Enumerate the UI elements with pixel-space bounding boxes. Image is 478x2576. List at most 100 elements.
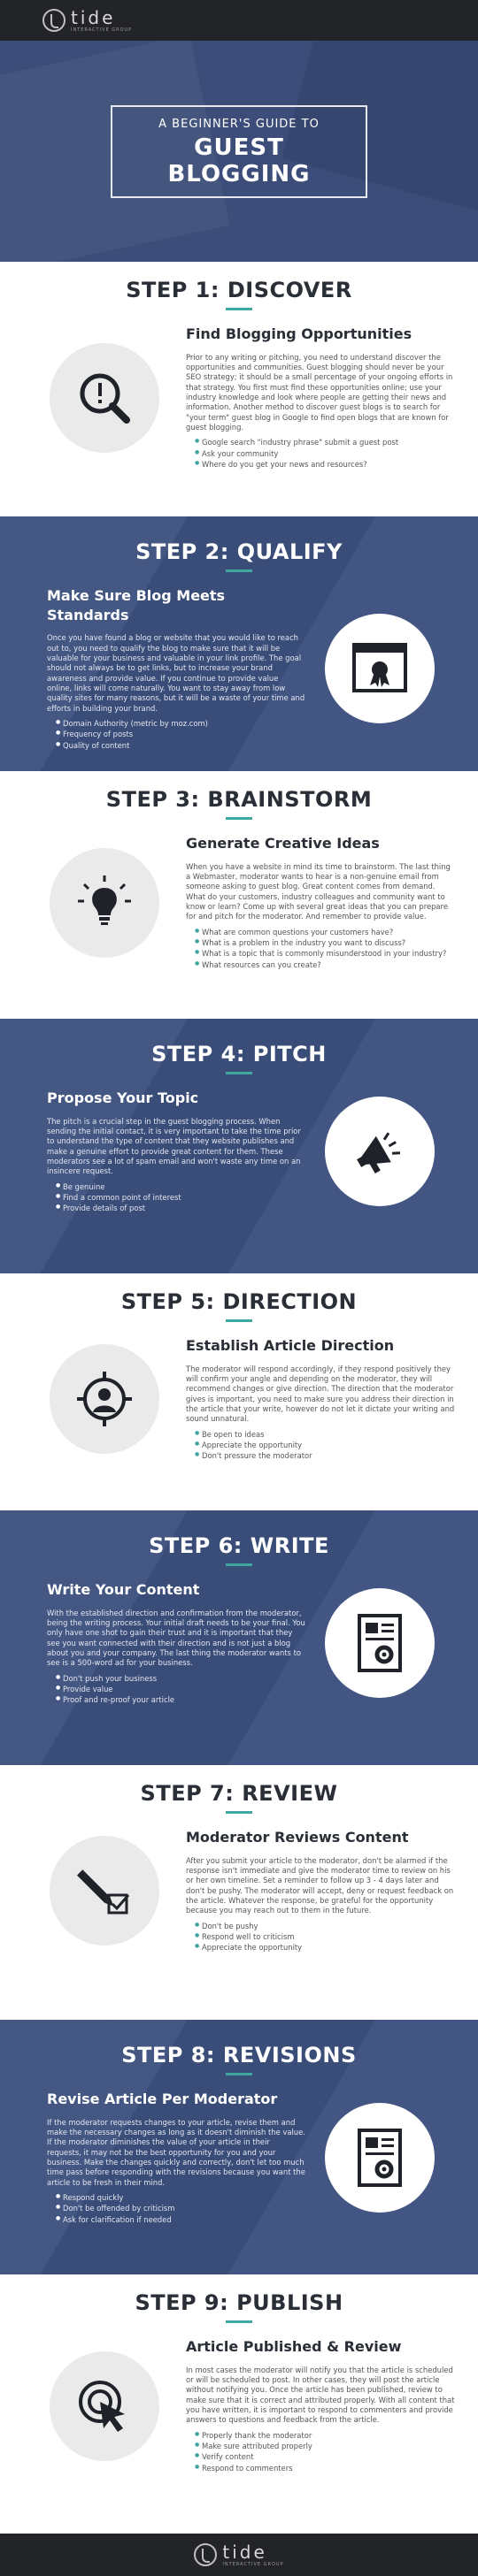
step-3-heading: Generate Creative Ideas	[186, 835, 380, 852]
step-4-bullets: Be genuine Find a common point of intere…	[47, 1182, 305, 1214]
step-5-icon-circle	[50, 1344, 159, 1455]
step-2-content: Make Sure Blog Meets Standards Once you …	[47, 586, 305, 752]
step-5-title: STEP 5: DIRECTION	[120, 1289, 358, 1314]
brand-tagline: INTERACTIVE GROUP	[71, 27, 133, 33]
step-5-bullets: Be open to ideas Appreciate the opportun…	[186, 1430, 457, 1462]
list-item: What resources can you create?	[195, 960, 457, 970]
step-6-body: With the established direction and confi…	[47, 1608, 305, 1668]
step-6-content: Write Your Content With the established …	[47, 1580, 305, 1707]
logo-mark-icon	[42, 9, 66, 32]
list-item: Proof and re-proof your article	[56, 1695, 305, 1705]
logo-mark-icon	[194, 2543, 218, 2566]
step-6-title: STEP 6: WRITE	[149, 1533, 329, 1558]
browser-award-icon	[352, 643, 407, 693]
step-5-section: STEP 5: DIRECTION Establish Article Dire…	[0, 1273, 478, 1510]
step-9-content: Article Published & Review In most cases…	[186, 2337, 457, 2474]
step-9-body: In most cases the moderator will notify …	[186, 2365, 455, 2425]
step-8-bullets: Respond quickly Don't be offended by cri…	[47, 2193, 305, 2225]
step-3-body: When you have a website in mind its time…	[186, 861, 451, 921]
step-8-body: If the moderator requests changes to you…	[47, 2117, 305, 2187]
cursor-target-icon	[79, 2380, 125, 2432]
step-2-section: STEP 2: QUALIFY Make Sure Blog Meets Sta…	[0, 516, 478, 771]
step-1-title: STEP 1: DISCOVER	[126, 278, 352, 302]
step-8-section: STEP 8: REVISIONS Revise Article Per Mod…	[0, 2020, 478, 2274]
step-2-icon-circle	[325, 614, 435, 724]
step-2-bullets: Domain Authority (metric by moz.com) Fre…	[47, 719, 305, 751]
footer: tide INTERACTIVE GROUP	[0, 2534, 478, 2576]
brand-tagline: INTERACTIVE GROUP	[222, 2561, 284, 2567]
step-7-title: STEP 7: REVIEW	[140, 1781, 338, 1806]
lightbulb-icon	[78, 875, 131, 925]
list-item: What are common questions your customers…	[195, 928, 457, 937]
brand-name: tide	[222, 2541, 267, 2563]
step-3-content: Generate Creative Ideas When you have a …	[186, 834, 457, 971]
list-item: Don't push your business	[56, 1674, 305, 1684]
list-item: Google search "industry phrase" submit a…	[195, 438, 457, 447]
list-item: Ask your community	[195, 449, 457, 459]
step-1-content: Find Blogging Opportunities Prior to any…	[186, 325, 457, 470]
footer-brand-logo[interactable]: tide INTERACTIVE GROUP	[194, 2543, 283, 2567]
list-item: What is a topic that is commonly misunde…	[195, 949, 457, 959]
step-8-icon-circle	[325, 2103, 435, 2213]
list-item: Quality of content	[56, 741, 305, 751]
step-8-heading: Revise Article Per Moderator	[47, 2091, 278, 2107]
step-9-heading: Article Published & Review	[186, 2338, 402, 2355]
step-5-body: The moderator will respond accordingly, …	[186, 1364, 455, 1424]
hero-title: GUEST BLOGGING	[167, 134, 311, 187]
step-5-content: Establish Article Direction The moderato…	[186, 1336, 457, 1463]
list-item: Ask for clarification if needed	[56, 2215, 305, 2225]
brand-logo[interactable]: tide INTERACTIVE GROUP	[42, 9, 132, 33]
step-3-bullets: What are common questions your customers…	[186, 928, 457, 970]
step-7-bullets: Don't be pushy Respond well to criticism…	[186, 1922, 457, 1953]
list-item: Appreciate the opportunity	[195, 1943, 457, 1953]
step-1-section: STEP 1: DISCOVER Find Blogging Opportuni…	[0, 262, 478, 516]
step-7-section: STEP 7: REVIEW Moderator Reviews Content…	[0, 1765, 478, 2020]
step-3-title: STEP 3: BRAINSTORM	[105, 787, 373, 812]
list-item: Provide details of post	[56, 1204, 305, 1213]
step-6-icon-circle	[325, 1588, 435, 1699]
step-4-icon-circle	[325, 1097, 435, 1207]
list-item: Be open to ideas	[195, 1430, 457, 1440]
step-1-body: Prior to any writing or pitching, you ne…	[186, 352, 453, 432]
step-3-icon-circle	[50, 847, 159, 958]
list-item: Frequency of posts	[56, 730, 305, 739]
list-item: Verify content	[195, 2452, 457, 2462]
step-1-bullets: Google search "industry phrase" submit a…	[186, 438, 457, 470]
megaphone-icon	[357, 1132, 401, 1174]
step-4-content: Propose Your Topic The pitch is a crucia…	[47, 1089, 305, 1215]
step-2-heading: Make Sure Blog Meets Standards	[47, 587, 226, 623]
target-person-icon	[77, 1372, 132, 1427]
step-2-title: STEP 2: QUALIFY	[135, 539, 343, 564]
step-2-body: Once you have found a blog or website th…	[47, 633, 305, 713]
list-item: Make sure attributed properly	[195, 2442, 457, 2451]
list-item: Provide value	[56, 1685, 305, 1694]
list-item: Be genuine	[56, 1182, 305, 1192]
step-4-section: STEP 4: PITCH Propose Your Topic The pit…	[0, 1019, 478, 1273]
step-9-icon-circle	[50, 2351, 159, 2461]
list-item: Don't be pushy	[195, 1922, 457, 1931]
document-gear-icon	[358, 1614, 402, 1673]
list-item: Find a common point of interest	[56, 1193, 305, 1203]
list-item: Appreciate the opportunity	[195, 1441, 457, 1450]
step-9-title: STEP 9: PUBLISH	[135, 2290, 343, 2315]
step-1-icon-circle	[50, 342, 159, 453]
step-6-section: STEP 6: WRITE Write Your Content With th…	[0, 1510, 478, 1765]
hero-banner: A BEGINNER'S GUIDE TO GUEST BLOGGING	[0, 41, 478, 262]
step-3-section: STEP 3: BRAINSTORM Generate Creative Ide…	[0, 771, 478, 1019]
step-8-title: STEP 8: REVISIONS	[121, 2043, 357, 2068]
step-6-heading: Write Your Content	[47, 1581, 200, 1598]
magnifier-exclamation-icon	[80, 373, 130, 424]
document-gear-icon	[358, 2129, 402, 2188]
step-5-heading: Establish Article Direction	[186, 1337, 395, 1354]
list-item: Properly thank the moderator	[195, 2431, 457, 2441]
list-item: What is a problem in the industry you wa…	[195, 938, 457, 948]
step-7-heading: Moderator Reviews Content	[186, 1829, 409, 1846]
list-item: Domain Authority (metric by moz.com)	[56, 719, 305, 729]
pen-checkbox-icon	[76, 1869, 130, 1915]
brand-name: tide	[71, 6, 116, 28]
list-item: Don't be offended by criticism	[56, 2204, 305, 2213]
list-item: Don't pressure the moderator	[195, 1451, 457, 1461]
step-4-body: The pitch is a crucial step in the guest…	[47, 1116, 301, 1176]
list-item: Respond well to criticism	[195, 1932, 457, 1942]
step-7-body: After you submit your article to the mod…	[186, 1855, 454, 1915]
